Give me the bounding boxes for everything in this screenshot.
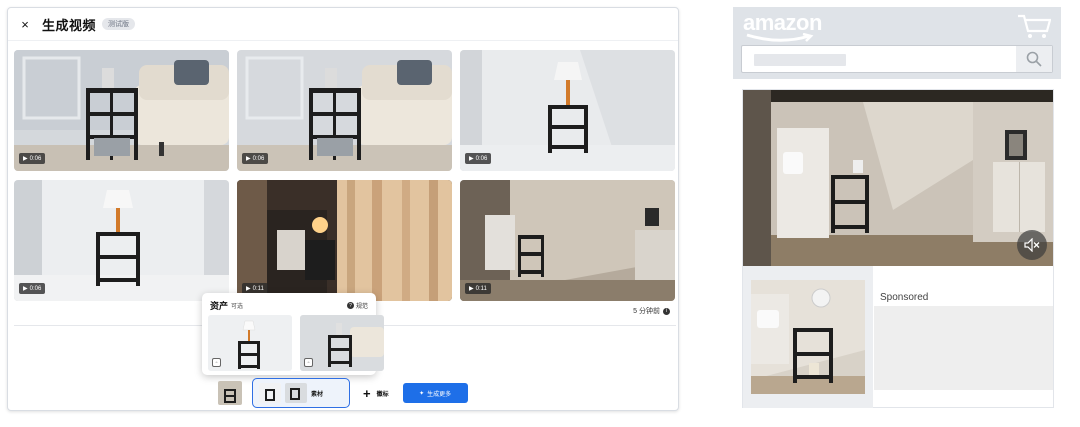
add-icon[interactable]: + bbox=[363, 386, 371, 401]
logo-button[interactable]: 徽标 bbox=[377, 389, 389, 398]
video-thumbnail-5[interactable]: ▶ 0:11 bbox=[237, 180, 452, 301]
spec-link[interactable]: ? 规范 bbox=[346, 301, 368, 310]
duration-text: 0:11 bbox=[252, 285, 264, 292]
sponsored-label: Sponsored bbox=[880, 292, 929, 303]
product-image bbox=[218, 381, 242, 405]
material-thumb-2 bbox=[285, 383, 307, 403]
white-room-lamp-image bbox=[14, 180, 229, 301]
duration-text: 0:06 bbox=[252, 155, 265, 162]
duration-badge: ▶ 0:06 bbox=[19, 153, 46, 164]
play-icon: ▶ bbox=[246, 286, 251, 292]
asset-card-2[interactable]: ▫ bbox=[300, 315, 384, 371]
duration-text: 0:06 bbox=[29, 285, 42, 292]
assets-popover: 资产 可选 ? 规范 ▫ ▫ bbox=[202, 293, 384, 375]
play-icon: ▶ bbox=[246, 156, 251, 162]
info-icon[interactable]: i bbox=[663, 307, 670, 315]
assets-header: 资产 可选 ? 规范 bbox=[210, 299, 368, 312]
living-room-sofa-image bbox=[14, 50, 229, 171]
play-icon: ▶ bbox=[23, 286, 28, 292]
ad-text-placeholder bbox=[874, 306, 1053, 390]
question-icon: ? bbox=[346, 302, 354, 309]
ad-product-image[interactable] bbox=[743, 266, 873, 408]
asset-card-1[interactable]: ▫ bbox=[208, 315, 292, 371]
bedroom-video-image bbox=[743, 90, 1053, 266]
image-icon: ▫ bbox=[212, 358, 221, 367]
duration-text: 0:06 bbox=[475, 155, 488, 162]
materials-label: 素材 bbox=[311, 391, 324, 398]
video-generator-panel: × 生成视频 测试版 ▶ 0:06 ▶ 0:06 ▶ 0:06 ▶ 0:06 ▶… bbox=[7, 7, 679, 411]
white-wall-lamp-image bbox=[460, 50, 675, 171]
cart-icon[interactable] bbox=[1017, 13, 1051, 39]
assets-optional-label: 可选 bbox=[231, 304, 244, 310]
image-icon: ▫ bbox=[304, 358, 313, 367]
mute-icon bbox=[1024, 238, 1040, 252]
video-grid: ▶ 0:06 ▶ 0:06 ▶ 0:06 ▶ 0:06 ▶ 0:11 ▶ 0:1… bbox=[14, 50, 676, 301]
timestamp-text: 5 分钟前 bbox=[633, 308, 660, 315]
amazon-smile-icon bbox=[746, 33, 814, 42]
product-photo bbox=[751, 280, 865, 394]
search-placeholder bbox=[754, 54, 846, 66]
duration-badge: ▶ 0:11 bbox=[465, 283, 491, 294]
amazon-header: amazon bbox=[733, 7, 1061, 79]
duration-text: 0:11 bbox=[475, 285, 487, 292]
search-bar[interactable] bbox=[741, 45, 1053, 73]
play-icon: ▶ bbox=[469, 286, 474, 292]
video-thumbnail-1[interactable]: ▶ 0:06 bbox=[14, 50, 229, 171]
generate-more-label: 生成更多 bbox=[427, 391, 452, 398]
duration-badge: ▶ 0:06 bbox=[465, 153, 492, 164]
video-thumbnail-4[interactable]: ▶ 0:06 bbox=[14, 180, 229, 301]
search-button[interactable] bbox=[1016, 46, 1052, 72]
ad-video[interactable] bbox=[743, 90, 1053, 266]
beta-badge: 测试版 bbox=[102, 18, 136, 30]
video-thumbnail-3[interactable]: ▶ 0:06 bbox=[460, 50, 675, 171]
generated-time: 5 分钟前 i bbox=[633, 306, 670, 316]
living-room-sofa-image bbox=[237, 50, 452, 171]
materials-selector[interactable]: 素材 bbox=[252, 378, 350, 408]
bedroom-sunlight-image bbox=[460, 180, 675, 301]
search-icon bbox=[1026, 51, 1042, 67]
duration-badge: ▶ 0:06 bbox=[242, 153, 269, 164]
close-button[interactable]: × bbox=[8, 17, 42, 32]
duration-text: 0:06 bbox=[29, 155, 42, 162]
video-thumbnail-6[interactable]: ▶ 0:11 bbox=[460, 180, 675, 301]
bottom-toolbar: 素材 + 徽标 ✦ 生成更多 bbox=[213, 376, 493, 410]
play-icon: ▶ bbox=[23, 156, 28, 162]
spec-label: 规范 bbox=[355, 304, 368, 310]
top-bar: × 生成视频 测试版 bbox=[8, 8, 678, 41]
mute-button[interactable] bbox=[1017, 230, 1047, 260]
sponsored-ad-card[interactable]: Sponsored bbox=[742, 89, 1054, 408]
sparkle-icon: ✦ bbox=[419, 390, 425, 397]
play-icon: ▶ bbox=[469, 156, 474, 162]
bedroom-curtain-image bbox=[237, 180, 452, 301]
duration-badge: ▶ 0:06 bbox=[19, 283, 46, 294]
page-title: 生成视频 bbox=[42, 17, 97, 33]
generate-more-button[interactable]: ✦ 生成更多 bbox=[402, 383, 468, 403]
material-thumb-1 bbox=[259, 383, 281, 403]
video-thumbnail-2[interactable]: ▶ 0:06 bbox=[237, 50, 452, 171]
product-thumbnail[interactable] bbox=[218, 381, 242, 405]
assets-title: 资产 bbox=[210, 301, 229, 311]
